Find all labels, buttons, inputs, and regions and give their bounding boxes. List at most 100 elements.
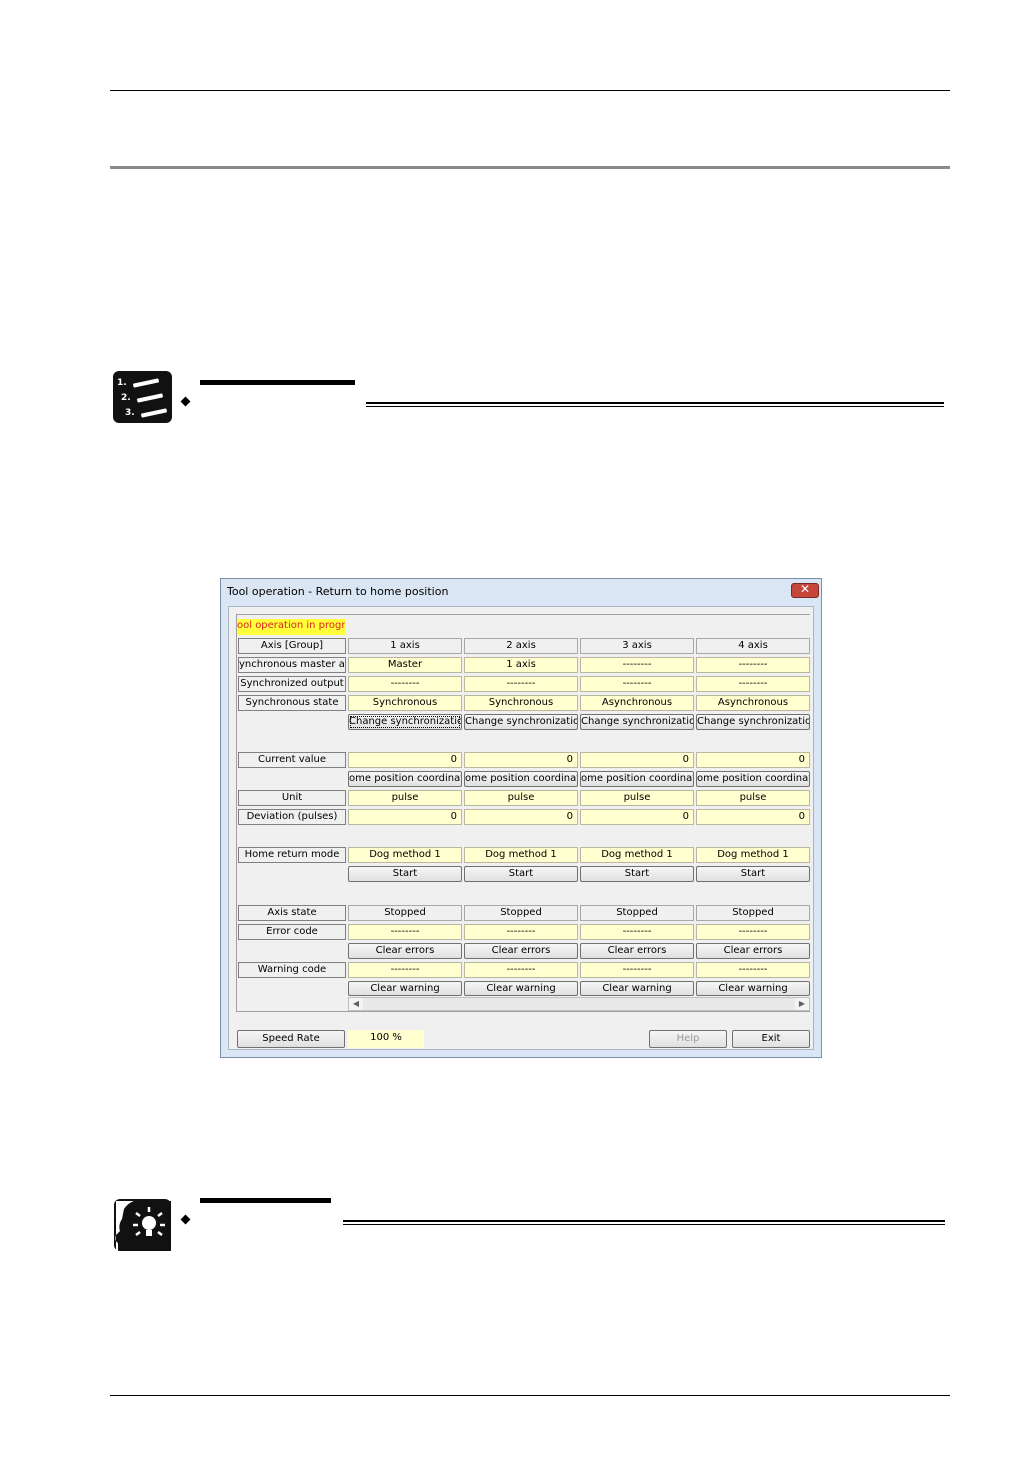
clear-errors-button[interactable]: Clear errors: [464, 943, 578, 959]
scroll-right-arrow-icon[interactable]: ▶: [795, 998, 809, 1010]
axis-grid: ool operation in progres Axis [Group] 1 …: [236, 614, 810, 1012]
deviation-value: 0: [696, 809, 810, 825]
home-position-coordinate-button[interactable]: ome position coordinate: [696, 771, 810, 787]
sync-state-value: Asynchronous: [580, 695, 694, 711]
clear-warning-button[interactable]: Clear warning: [580, 981, 694, 996]
axis-group-header: Axis [Group]: [238, 638, 346, 654]
sync-output-label: Synchronized output: [238, 676, 346, 692]
home-position-coordinate-button[interactable]: ome position coordinate: [348, 771, 462, 787]
change-synchronization-button[interactable]: Change synchronization: [464, 714, 578, 730]
axis-state-value: Stopped: [464, 905, 578, 921]
sync-output-value: --------: [464, 676, 578, 692]
sync-output-value: --------: [696, 676, 810, 692]
unit-value: pulse: [348, 790, 462, 806]
start-button[interactable]: Start: [464, 866, 578, 882]
deviation-label: Deviation (pulses): [238, 809, 346, 825]
clear-warning-button[interactable]: Clear warning: [464, 981, 578, 996]
close-icon: ✕: [799, 582, 811, 596]
current-value: 0: [696, 752, 810, 768]
sync-output-value: --------: [580, 676, 694, 692]
home-return-mode-value[interactable]: Dog method 1: [348, 847, 462, 863]
unit-label: Unit: [238, 790, 346, 806]
error-code-label: Error code: [238, 924, 346, 940]
sync-master-value: --------: [696, 657, 810, 673]
help-button[interactable]: Help: [649, 1030, 727, 1048]
lightbulb-head-icon: [115, 1201, 171, 1251]
change-synchronization-button[interactable]: Change synchronization: [348, 714, 462, 730]
top-rule: [110, 90, 950, 91]
sync-master-value: 1 axis: [464, 657, 578, 673]
diamond-bullet-icon: [180, 1214, 191, 1225]
unit-value: pulse: [696, 790, 810, 806]
exit-button[interactable]: Exit: [732, 1030, 810, 1048]
axis-state-value: Stopped: [348, 905, 462, 921]
tool-operation-window: Tool operation - Return to home position…: [220, 578, 822, 1058]
sync-master-value: --------: [580, 657, 694, 673]
warning-code-label: Warning code: [238, 962, 346, 978]
start-button[interactable]: Start: [696, 866, 810, 882]
start-button[interactable]: Start: [348, 866, 462, 882]
home-return-mode-value[interactable]: Dog method 1: [464, 847, 578, 863]
heading-bar: [200, 380, 355, 385]
heading-underline-bottom: [366, 406, 944, 407]
axis-header-3: 3 axis: [580, 638, 694, 654]
axis-state-label: Axis state: [238, 905, 346, 921]
tip-lightbulb-icon: [114, 1199, 171, 1251]
start-button[interactable]: Start: [580, 866, 694, 882]
window-title: Tool operation - Return to home position: [227, 585, 449, 598]
section-rule: [110, 166, 950, 169]
warning-code-value: --------: [696, 962, 810, 978]
axis-header-2: 2 axis: [464, 638, 578, 654]
sync-state-value: Synchronous: [464, 695, 578, 711]
bottom-rule: [110, 1395, 950, 1396]
error-code-value: --------: [348, 924, 462, 940]
heading-underline-top: [366, 402, 944, 404]
change-synchronization-button[interactable]: Change synchronization: [580, 714, 694, 730]
status-indicator: ool operation in progres: [237, 619, 345, 635]
clear-warning-button[interactable]: Clear warning: [348, 981, 462, 996]
tip-underline-top: [343, 1220, 945, 1222]
tip-underline-bottom: [343, 1224, 945, 1225]
current-value: 0: [580, 752, 694, 768]
error-code-value: --------: [464, 924, 578, 940]
deviation-value: 0: [464, 809, 578, 825]
current-value: 0: [348, 752, 462, 768]
sync-state-value: Asynchronous: [696, 695, 810, 711]
current-value-label: Current value: [238, 752, 346, 768]
clear-errors-button[interactable]: Clear errors: [348, 943, 462, 959]
sync-state-value: Synchronous: [348, 695, 462, 711]
procedure-icon: 1. 2. 3.: [113, 371, 172, 423]
sync-master-label: ynchronous master axi: [238, 657, 346, 673]
home-return-mode-value[interactable]: Dog method 1: [696, 847, 810, 863]
change-synchronization-button[interactable]: Change synchronization: [696, 714, 810, 730]
deviation-value: 0: [580, 809, 694, 825]
sync-master-value: Master: [348, 657, 462, 673]
speed-rate-value: 100 %: [348, 1030, 424, 1048]
warning-code-value: --------: [348, 962, 462, 978]
warning-code-value: --------: [580, 962, 694, 978]
tip-heading-bar: [200, 1198, 331, 1203]
unit-value: pulse: [580, 790, 694, 806]
window-client-area: ool operation in progres Axis [Group] 1 …: [228, 606, 814, 1050]
home-position-coordinate-button[interactable]: ome position coordinate: [580, 771, 694, 787]
deviation-value: 0: [348, 809, 462, 825]
axis-header-4: 4 axis: [696, 638, 810, 654]
axis-state-value: Stopped: [696, 905, 810, 921]
clear-errors-button[interactable]: Clear errors: [580, 943, 694, 959]
current-value: 0: [464, 752, 578, 768]
axis-state-value: Stopped: [580, 905, 694, 921]
error-code-value: --------: [696, 924, 810, 940]
clear-errors-button[interactable]: Clear errors: [696, 943, 810, 959]
close-button[interactable]: ✕: [791, 582, 819, 598]
clear-warning-button[interactable]: Clear warning: [696, 981, 810, 996]
diamond-bullet-icon: [180, 396, 191, 407]
unit-value: pulse: [464, 790, 578, 806]
axis-header-1: 1 axis: [348, 638, 462, 654]
home-return-mode-value[interactable]: Dog method 1: [580, 847, 694, 863]
scroll-left-arrow-icon[interactable]: ◀: [349, 998, 363, 1010]
horizontal-scrollbar[interactable]: ◀ ▶: [348, 997, 810, 1011]
speed-rate-button[interactable]: Speed Rate: [237, 1030, 345, 1048]
warning-code-value: --------: [464, 962, 578, 978]
error-code-value: --------: [580, 924, 694, 940]
home-position-coordinate-button[interactable]: ome position coordinate: [464, 771, 578, 787]
